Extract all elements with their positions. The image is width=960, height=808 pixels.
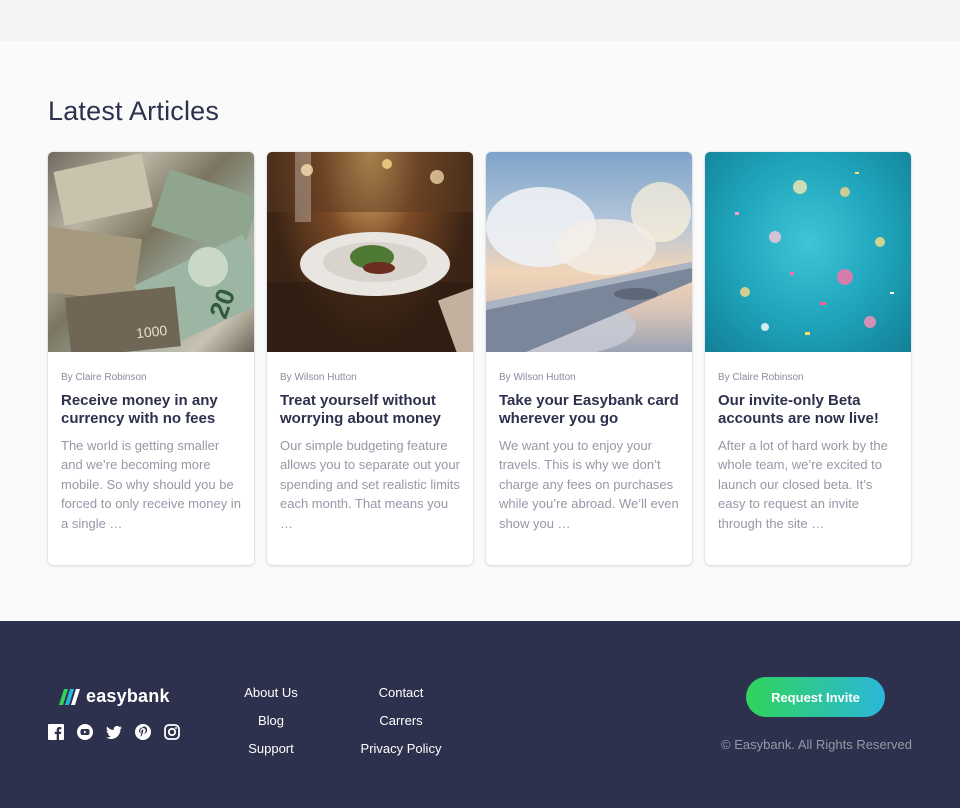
footer-link-careers[interactable]: Carrers bbox=[356, 707, 446, 735]
footer-link-contact[interactable]: Contact bbox=[356, 679, 446, 707]
twitter-icon[interactable] bbox=[106, 724, 122, 740]
site-footer: easybank About Us Blog Support Contact C… bbox=[0, 621, 960, 808]
article-description: Our simple budgeting feature allows you … bbox=[280, 438, 460, 531]
social-links bbox=[48, 724, 180, 740]
logo-icon bbox=[59, 688, 80, 705]
article-card[interactable]: 20 1000 By Claire Robinson Receive money… bbox=[48, 152, 254, 565]
article-image-airplane-wing bbox=[486, 152, 692, 352]
article-card[interactable]: By Wilson Hutton Treat yourself without … bbox=[267, 152, 473, 565]
facebook-icon[interactable] bbox=[48, 724, 64, 740]
article-title[interactable]: Take your Easybank card wherever you go bbox=[499, 392, 679, 428]
article-image-money: 20 1000 bbox=[48, 152, 254, 352]
article-description: The world is getting smaller and we’re b… bbox=[61, 438, 241, 531]
pinterest-icon[interactable] bbox=[135, 724, 151, 740]
footer-link-support[interactable]: Support bbox=[240, 735, 302, 763]
footer-link-about-us[interactable]: About Us bbox=[240, 679, 302, 707]
article-image-restaurant bbox=[267, 152, 473, 352]
easybank-logo[interactable]: easybank bbox=[59, 686, 170, 707]
article-description: We want you to enjoy your travels. This … bbox=[499, 438, 679, 531]
article-author: By Wilson Hutton bbox=[499, 372, 576, 383]
article-title[interactable]: Treat yourself without worrying about mo… bbox=[280, 392, 460, 428]
article-title[interactable]: Receive money in any currency with no fe… bbox=[61, 392, 241, 428]
instagram-icon[interactable] bbox=[164, 724, 180, 740]
article-description: After a lot of hard work by the whole te… bbox=[718, 438, 888, 531]
article-author: By Wilson Hutton bbox=[280, 372, 357, 383]
footer-link-privacy-policy[interactable]: Privacy Policy bbox=[356, 735, 446, 763]
previous-section-band bbox=[0, 0, 960, 41]
section-heading: Latest Articles bbox=[48, 96, 220, 126]
article-card[interactable]: By Wilson Hutton Take your Easybank card… bbox=[486, 152, 692, 565]
article-title[interactable]: Our invite-only Beta accounts are now li… bbox=[718, 392, 898, 428]
article-image-confetti bbox=[705, 152, 911, 352]
footer-links-column-2: Contact Carrers Privacy Policy bbox=[356, 679, 446, 763]
article-card[interactable]: By Claire Robinson Our invite-only Beta … bbox=[705, 152, 911, 565]
copyright-text: © Easybank. All Rights Reserved bbox=[721, 737, 912, 752]
request-invite-button[interactable]: Request Invite bbox=[746, 677, 885, 717]
logo-text: easybank bbox=[86, 686, 170, 706]
latest-articles-section: Latest Articles 20 1000 By Claire Robins… bbox=[0, 41, 960, 621]
footer-links-column-1: About Us Blog Support bbox=[240, 679, 302, 763]
svg-text:1000: 1000 bbox=[135, 322, 168, 341]
footer-link-blog[interactable]: Blog bbox=[240, 707, 302, 735]
article-author: By Claire Robinson bbox=[718, 372, 804, 383]
article-author: By Claire Robinson bbox=[61, 372, 147, 383]
youtube-icon[interactable] bbox=[77, 724, 93, 740]
